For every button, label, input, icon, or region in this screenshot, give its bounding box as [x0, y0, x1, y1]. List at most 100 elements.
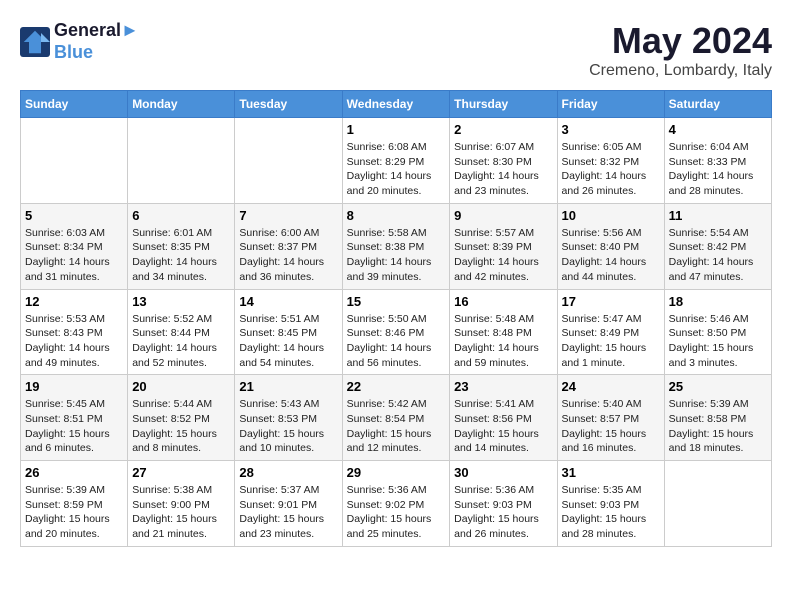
- day-number: 19: [25, 379, 123, 394]
- week-row-1: 1 Sunrise: 6:08 AM Sunset: 8:29 PM Daylig…: [21, 118, 772, 204]
- cell-content: Sunrise: 5:36 AM Sunset: 9:02 PM Dayligh…: [347, 483, 446, 542]
- calendar-cell-4-0: 26 Sunrise: 5:39 AM Sunset: 8:59 PM Dayli…: [21, 461, 128, 547]
- day-number: 8: [347, 208, 446, 223]
- cell-content: Sunrise: 5:39 AM Sunset: 8:59 PM Dayligh…: [25, 483, 123, 542]
- day-number: 4: [669, 122, 767, 137]
- calendar-cell-3-5: 24 Sunrise: 5:40 AM Sunset: 8:57 PM Dayli…: [557, 375, 664, 461]
- day-number: 24: [562, 379, 660, 394]
- calendar-cell-3-4: 23Sunrise: 5:41 AM Sunset: 8:56 PM Dayli…: [450, 375, 557, 461]
- cell-content: Sunrise: 5:54 AM Sunset: 8:42 PM Dayligh…: [669, 226, 767, 285]
- calendar-cell-1-1: 6Sunrise: 6:01 AM Sunset: 8:35 PM Daylig…: [128, 203, 235, 289]
- page-header: General► Blue May 2024 Cremeno, Lombardy…: [20, 20, 772, 80]
- calendar-cell-2-4: 16 Sunrise: 5:48 AM Sunset: 8:48 PM Dayli…: [450, 289, 557, 375]
- calendar-cell-1-0: 5 Sunrise: 6:03 AM Sunset: 8:34 PM Daylig…: [21, 203, 128, 289]
- cell-content: Sunrise: 5:42 AM Sunset: 8:54 PM Dayligh…: [347, 397, 446, 456]
- calendar-cell-2-3: 15 Sunrise: 5:50 AM Sunset: 8:46 PM Dayli…: [342, 289, 450, 375]
- logo-icon: [20, 27, 50, 57]
- cell-content: Sunrise: 6:04 AM Sunset: 8:33 PM Dayligh…: [669, 140, 767, 199]
- cell-content: Sunrise: 5:39 AM Sunset: 8:58 PM Dayligh…: [669, 397, 767, 456]
- calendar-cell-3-3: 22 Sunrise: 5:42 AM Sunset: 8:54 PM Dayli…: [342, 375, 450, 461]
- cell-content: Sunrise: 5:57 AM Sunset: 8:39 PM Dayligh…: [454, 226, 552, 285]
- day-number: 30: [454, 465, 552, 480]
- week-row-5: 26 Sunrise: 5:39 AM Sunset: 8:59 PM Dayli…: [21, 461, 772, 547]
- calendar-cell-2-6: 18 Sunrise: 5:46 AM Sunset: 8:50 PM Dayli…: [664, 289, 771, 375]
- day-number: 18: [669, 294, 767, 309]
- calendar-cell-0-5: 3 Sunrise: 6:05 AM Sunset: 8:32 PM Daylig…: [557, 118, 664, 204]
- day-number: 13: [132, 294, 230, 309]
- day-number: 15: [347, 294, 446, 309]
- calendar-cell-3-0: 19 Sunrise: 5:45 AM Sunset: 8:51 PM Dayli…: [21, 375, 128, 461]
- day-number: 5: [25, 208, 123, 223]
- day-number: 22: [347, 379, 446, 394]
- day-number: 3: [562, 122, 660, 137]
- day-number: 10: [562, 208, 660, 223]
- day-number: 20: [132, 379, 230, 394]
- calendar-header-row: Sunday Monday Tuesday Wednesday Thursday…: [21, 91, 772, 118]
- day-number: 14: [239, 294, 337, 309]
- calendar-cell-0-0: [21, 118, 128, 204]
- calendar-cell-2-2: 14 Sunrise: 5:51 AM Sunset: 8:45 PM Dayli…: [235, 289, 342, 375]
- title-block: May 2024 Cremeno, Lombardy, Italy: [589, 20, 772, 80]
- logo: General► Blue: [20, 20, 139, 63]
- cell-content: Sunrise: 5:45 AM Sunset: 8:51 PM Dayligh…: [25, 397, 123, 456]
- cell-content: Sunrise: 5:50 AM Sunset: 8:46 PM Dayligh…: [347, 312, 446, 371]
- calendar-cell-3-1: 20 Sunrise: 5:44 AM Sunset: 8:52 PM Dayli…: [128, 375, 235, 461]
- day-number: 12: [25, 294, 123, 309]
- day-number: 11: [669, 208, 767, 223]
- header-sunday: Sunday: [21, 91, 128, 118]
- cell-content: Sunrise: 5:48 AM Sunset: 8:48 PM Dayligh…: [454, 312, 552, 371]
- cell-content: Sunrise: 5:47 AM Sunset: 8:49 PM Dayligh…: [562, 312, 660, 371]
- cell-content: Sunrise: 5:37 AM Sunset: 9:01 PM Dayligh…: [239, 483, 337, 542]
- cell-content: Sunrise: 5:40 AM Sunset: 8:57 PM Dayligh…: [562, 397, 660, 456]
- month-title: May 2024: [589, 20, 772, 62]
- calendar-cell-4-6: [664, 461, 771, 547]
- cell-content: Sunrise: 5:36 AM Sunset: 9:03 PM Dayligh…: [454, 483, 552, 542]
- calendar-cell-0-3: 1 Sunrise: 6:08 AM Sunset: 8:29 PM Daylig…: [342, 118, 450, 204]
- cell-content: Sunrise: 6:01 AM Sunset: 8:35 PM Dayligh…: [132, 226, 230, 285]
- day-number: 26: [25, 465, 123, 480]
- day-number: 21: [239, 379, 337, 394]
- cell-content: Sunrise: 6:03 AM Sunset: 8:34 PM Dayligh…: [25, 226, 123, 285]
- calendar-cell-1-3: 8 Sunrise: 5:58 AM Sunset: 8:38 PM Daylig…: [342, 203, 450, 289]
- cell-content: Sunrise: 5:51 AM Sunset: 8:45 PM Dayligh…: [239, 312, 337, 371]
- calendar-cell-0-4: 2 Sunrise: 6:07 AM Sunset: 8:30 PM Daylig…: [450, 118, 557, 204]
- cell-content: Sunrise: 5:53 AM Sunset: 8:43 PM Dayligh…: [25, 312, 123, 371]
- header-monday: Monday: [128, 91, 235, 118]
- cell-content: Sunrise: 5:35 AM Sunset: 9:03 PM Dayligh…: [562, 483, 660, 542]
- calendar-cell-3-6: 25Sunrise: 5:39 AM Sunset: 8:58 PM Dayli…: [664, 375, 771, 461]
- header-thursday: Thursday: [450, 91, 557, 118]
- day-number: 1: [347, 122, 446, 137]
- calendar-cell-4-5: 31 Sunrise: 5:35 AM Sunset: 9:03 PM Dayli…: [557, 461, 664, 547]
- calendar-cell-3-2: 21 Sunrise: 5:43 AM Sunset: 8:53 PM Dayli…: [235, 375, 342, 461]
- cell-content: Sunrise: 6:05 AM Sunset: 8:32 PM Dayligh…: [562, 140, 660, 199]
- calendar-cell-4-3: 29Sunrise: 5:36 AM Sunset: 9:02 PM Dayli…: [342, 461, 450, 547]
- calendar-cell-0-2: [235, 118, 342, 204]
- calendar-cell-0-6: 4 Sunrise: 6:04 AM Sunset: 8:33 PM Daylig…: [664, 118, 771, 204]
- cell-content: Sunrise: 5:43 AM Sunset: 8:53 PM Dayligh…: [239, 397, 337, 456]
- calendar-cell-4-1: 27Sunrise: 5:38 AM Sunset: 9:00 PM Dayli…: [128, 461, 235, 547]
- day-number: 31: [562, 465, 660, 480]
- cell-content: Sunrise: 6:08 AM Sunset: 8:29 PM Dayligh…: [347, 140, 446, 199]
- day-number: 16: [454, 294, 552, 309]
- cell-content: Sunrise: 5:44 AM Sunset: 8:52 PM Dayligh…: [132, 397, 230, 456]
- calendar-cell-1-5: 10 Sunrise: 5:56 AM Sunset: 8:40 PM Dayli…: [557, 203, 664, 289]
- cell-content: Sunrise: 6:07 AM Sunset: 8:30 PM Dayligh…: [454, 140, 552, 199]
- day-number: 2: [454, 122, 552, 137]
- cell-content: Sunrise: 5:58 AM Sunset: 8:38 PM Dayligh…: [347, 226, 446, 285]
- calendar-cell-2-5: 17 Sunrise: 5:47 AM Sunset: 8:49 PM Dayli…: [557, 289, 664, 375]
- cell-content: Sunrise: 5:41 AM Sunset: 8:56 PM Dayligh…: [454, 397, 552, 456]
- cell-content: Sunrise: 5:38 AM Sunset: 9:00 PM Dayligh…: [132, 483, 230, 542]
- cell-content: Sunrise: 5:46 AM Sunset: 8:50 PM Dayligh…: [669, 312, 767, 371]
- day-number: 17: [562, 294, 660, 309]
- calendar-cell-0-1: [128, 118, 235, 204]
- calendar-cell-2-0: 12 Sunrise: 5:53 AM Sunset: 8:43 PM Dayli…: [21, 289, 128, 375]
- calendar-cell-2-1: 13Sunrise: 5:52 AM Sunset: 8:44 PM Dayli…: [128, 289, 235, 375]
- week-row-4: 19 Sunrise: 5:45 AM Sunset: 8:51 PM Dayli…: [21, 375, 772, 461]
- cell-content: Sunrise: 5:56 AM Sunset: 8:40 PM Dayligh…: [562, 226, 660, 285]
- week-row-3: 12 Sunrise: 5:53 AM Sunset: 8:43 PM Dayli…: [21, 289, 772, 375]
- header-wednesday: Wednesday: [342, 91, 450, 118]
- week-row-2: 5 Sunrise: 6:03 AM Sunset: 8:34 PM Daylig…: [21, 203, 772, 289]
- header-saturday: Saturday: [664, 91, 771, 118]
- logo-text: General► Blue: [54, 20, 139, 63]
- location-title: Cremeno, Lombardy, Italy: [589, 62, 772, 80]
